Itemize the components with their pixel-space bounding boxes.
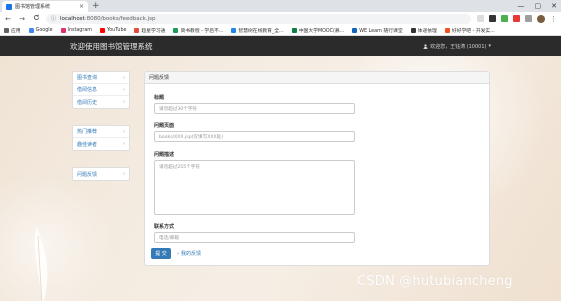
sidebar-group-books: 图书查询 › 借阅信息 › 借阅历史 › xyxy=(72,71,130,109)
back-button[interactable]: ← xyxy=(4,15,12,23)
close-window-button[interactable]: ✕ xyxy=(551,0,557,12)
chevron-right-icon: › xyxy=(123,99,125,105)
bookmark-item[interactable]: Instagram xyxy=(60,27,92,33)
sidebar-item-borrow-history[interactable]: 借阅历史 › xyxy=(73,96,129,108)
bookmark-favicon-icon xyxy=(444,27,450,33)
profile-avatar[interactable] xyxy=(537,14,545,23)
maximize-button[interactable]: ▢ xyxy=(535,0,542,12)
tab-favicon-icon xyxy=(6,3,12,10)
url-text: localhost:8080/books/feedback.jsp xyxy=(60,15,156,22)
chevron-right-icon: › xyxy=(123,141,125,147)
info-icon[interactable]: ⓘ xyxy=(51,15,56,22)
feather-decoration xyxy=(34,226,48,301)
watermark: CSDN @hutubiancheng xyxy=(357,274,513,289)
bookmark-item[interactable]: 智慧树在线教育_全... xyxy=(231,27,284,34)
bookmark-item[interactable]: WE Learn 随行课堂 xyxy=(352,27,403,34)
browser-tab[interactable]: 图书馆管理系统 × xyxy=(2,1,88,12)
contact-label: 联系方式 xyxy=(154,224,175,230)
user-icon xyxy=(423,43,428,49)
bookmarks-bar: 应用 Google Instagram YouTube 超星学习通 简书教程 - 学后不.… xyxy=(0,25,561,36)
extension-icon[interactable] xyxy=(513,15,520,22)
sidebar-item-top-readers[interactable]: 趣佳读者 › xyxy=(73,138,129,150)
minimize-button[interactable]: — xyxy=(518,0,525,12)
bookmark-item[interactable]: 超星学习通 xyxy=(134,27,165,34)
forward-button[interactable]: → xyxy=(18,15,26,23)
description-textarea[interactable]: 请勿超过255个字符 xyxy=(154,160,355,215)
sidebar-item-borrow-info[interactable]: 借阅信息 › xyxy=(73,84,129,96)
bookmark-item[interactable]: Google xyxy=(28,27,53,33)
reload-button[interactable] xyxy=(32,14,40,23)
browser-toolbar: ← → ⓘ localhost:8080/books/feedback.jsp … xyxy=(0,12,561,25)
bookmark-item[interactable]: 好好学吧 - 开发实... xyxy=(444,27,495,34)
page-label: 问题页面 xyxy=(154,123,175,129)
bookmark-favicon-icon xyxy=(134,27,140,33)
app-navbar: 欢迎使用图书馆管理系统 欢迎您，王钰涛 (10001) ▾ xyxy=(0,36,561,56)
feedback-panel: 问题反馈 标题 请勿超过30个字符 问题页面 books/XXX.jsp(仅填写… xyxy=(144,71,490,266)
bookmark-favicon-icon xyxy=(173,27,179,33)
bookmark-item[interactable]: 简书教程 - 学后不... xyxy=(173,27,223,34)
chevron-right-icon: › xyxy=(123,86,125,93)
bookmark-item[interactable]: 体递依理 xyxy=(410,27,437,34)
sidebar-item-feedback[interactable]: 问题反馈 › xyxy=(73,168,129,180)
caret-down-icon: ▾ xyxy=(488,43,491,49)
bookmark-favicon-icon xyxy=(352,27,358,33)
user-name: 欢迎您，王钰涛 (10001) xyxy=(430,43,487,50)
bookmark-favicon-icon xyxy=(99,27,105,33)
user-menu[interactable]: 欢迎您，王钰涛 (10001) ▾ xyxy=(423,43,491,50)
chevron-right-icon: › xyxy=(123,128,125,135)
bookmark-favicon-icon xyxy=(28,27,34,33)
sidebar-item-book-search[interactable]: 图书查询 › xyxy=(73,72,129,84)
window-controls: — ▢ ✕ xyxy=(518,0,558,12)
bookmark-favicon-icon xyxy=(231,27,237,33)
extension-icon[interactable] xyxy=(489,15,496,22)
bookmark-favicon-icon xyxy=(410,27,416,33)
star-icon[interactable] xyxy=(477,15,484,22)
menu-icon[interactable]: ⋮ xyxy=(550,15,557,23)
chevron-right-icon: › xyxy=(123,171,125,177)
bookmark-item[interactable]: 中国大学MOOC(慕... xyxy=(291,27,344,34)
panel-heading: 问题反馈 xyxy=(145,72,489,84)
bookmark-item[interactable]: YouTube xyxy=(99,27,126,33)
tab-close-icon[interactable]: × xyxy=(79,3,84,10)
reload-icon xyxy=(33,14,39,21)
title-input[interactable]: 请勿超过30个字符 xyxy=(154,103,355,114)
my-feedback-link[interactable]: › 我的反馈 xyxy=(177,250,201,258)
bookmark-item[interactable]: 应用 xyxy=(4,27,21,34)
address-bar[interactable]: ⓘ localhost:8080/books/feedback.jsp xyxy=(46,13,471,24)
browser-tabstrip: 图书馆管理系统 × + — ▢ ✕ xyxy=(0,0,561,12)
contact-input[interactable]: 电话/邮箱 xyxy=(154,232,355,243)
submit-button[interactable]: 提 交 xyxy=(151,248,171,259)
brand-title[interactable]: 欢迎使用图书馆管理系统 xyxy=(70,41,153,52)
puzzle-icon[interactable] xyxy=(525,15,532,22)
extension-icon[interactable] xyxy=(501,15,508,22)
bookmark-favicon-icon xyxy=(60,27,66,33)
sidebar-item-hot-recommend[interactable]: 热门推荐 › xyxy=(73,126,129,138)
sidebar-group-feedback: 问题反馈 › xyxy=(72,167,130,181)
tab-title: 图书馆管理系统 xyxy=(15,4,51,10)
bookmark-favicon-icon xyxy=(4,27,9,33)
chevron-right-icon: › xyxy=(123,74,125,81)
toolbar-extensions: ⋮ xyxy=(477,14,557,23)
description-label: 问题描述 xyxy=(154,152,175,158)
chevron-right-icon: › xyxy=(177,250,179,257)
title-label: 标题 xyxy=(154,95,165,101)
new-tab-button[interactable]: + xyxy=(92,1,100,11)
bookmark-favicon-icon xyxy=(291,27,297,33)
sidebar-group-recommend: 热门推荐 › 趣佳读者 › xyxy=(72,125,130,151)
page-input[interactable]: books/XXX.jsp(仅填写XXX处) xyxy=(154,131,355,142)
